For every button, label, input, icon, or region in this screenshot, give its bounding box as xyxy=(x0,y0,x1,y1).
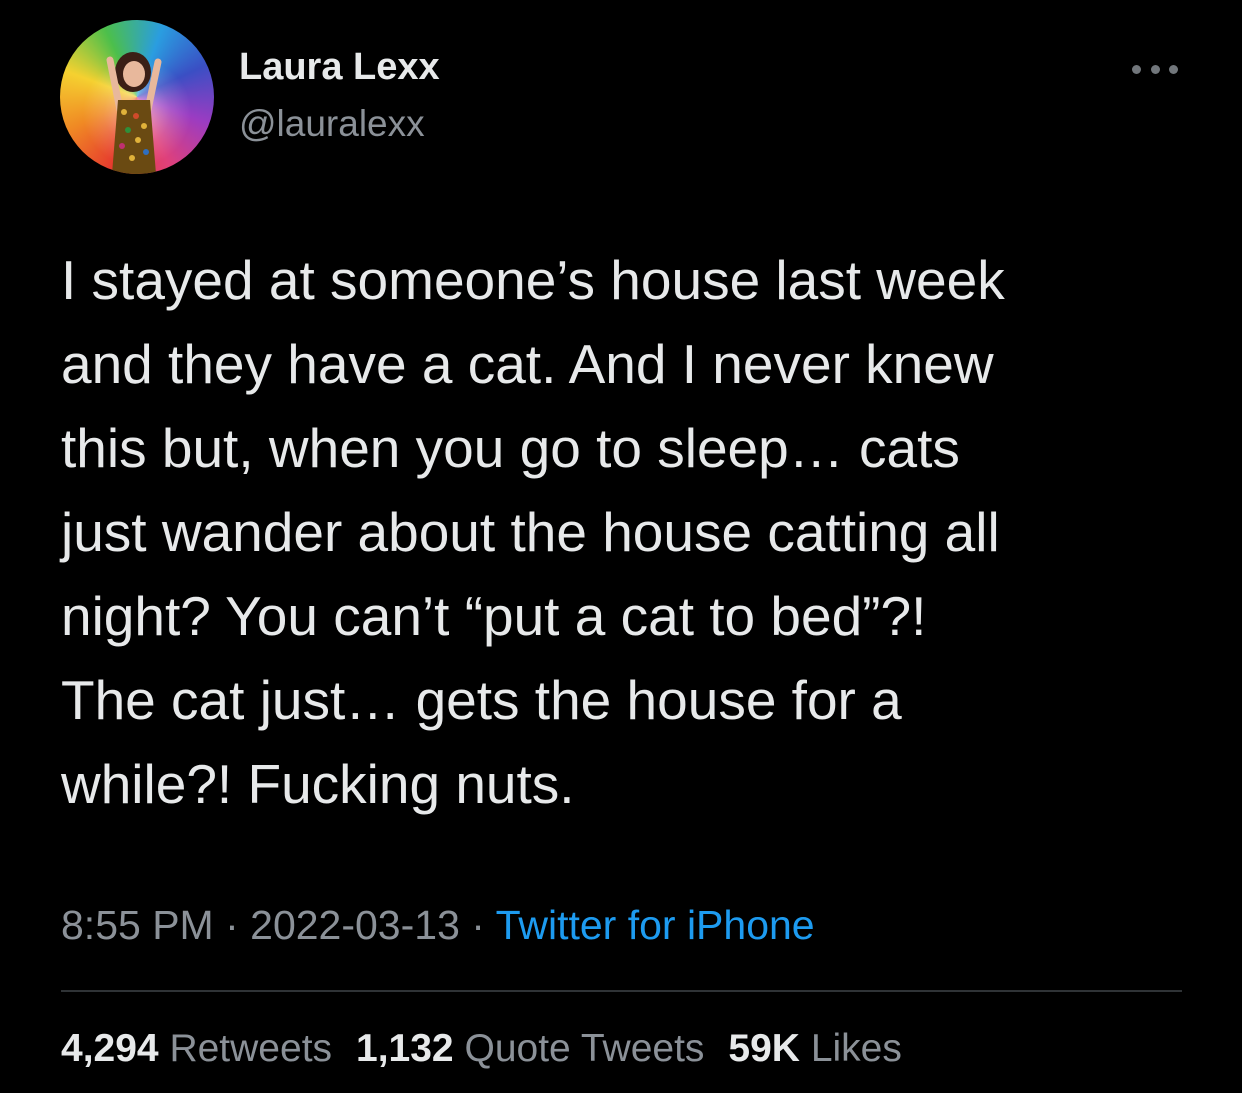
tweet-text-line: and they have a cat. And I never knew xyxy=(61,333,994,395)
avatar[interactable] xyxy=(60,20,214,174)
tweet-text-line: while?! Fucking nuts. xyxy=(61,753,575,815)
likes-stat[interactable]: 59K Likes xyxy=(728,1027,901,1071)
more-dot xyxy=(1132,64,1141,74)
quote-tweets-stat[interactable]: 1,132 Quote Tweets xyxy=(356,1027,704,1071)
tweet-text: I stayed at someone’s house last week an… xyxy=(61,238,1191,826)
divider xyxy=(61,990,1182,992)
user-handle[interactable]: @lauralexx xyxy=(239,103,425,145)
quote-tweets-count: 1,132 xyxy=(356,1027,454,1070)
tweet-time[interactable]: 8:55 PM xyxy=(61,902,214,948)
more-options-icon[interactable] xyxy=(1132,58,1178,80)
tweet-text-line: night? You can’t “put a cat to bed”?! xyxy=(61,585,927,647)
more-dot xyxy=(1150,64,1160,74)
retweets-count: 4,294 xyxy=(61,1027,159,1070)
likes-count: 59K xyxy=(728,1027,800,1070)
retweets-stat[interactable]: 4,294 Retweets xyxy=(61,1027,332,1071)
tweet-text-line: just wander about the house catting all xyxy=(61,501,1000,563)
person-figure-icon xyxy=(106,52,162,174)
more-dot xyxy=(1169,64,1178,74)
tweet-source-link[interactable]: Twitter for iPhone xyxy=(496,902,815,948)
engagement-stats: 4,294 Retweets 1,132 Quote Tweets 59K Li… xyxy=(61,1027,902,1071)
tweet-metadata: 8:55 PM · 2022-03-13 · Twitter for iPhon… xyxy=(61,902,815,949)
display-name[interactable]: Laura Lexx xyxy=(239,46,440,89)
likes-label: Likes xyxy=(810,1027,902,1070)
meta-separator: · xyxy=(459,902,496,948)
tweet-text-line: I stayed at someone’s house last week xyxy=(61,249,1005,311)
meta-separator: · xyxy=(213,902,251,948)
tweet-text-line: The cat just… gets the house for a xyxy=(61,669,902,731)
tweet-text-line: this but, when you go to sleep… cats xyxy=(61,417,960,479)
retweets-label: Retweets xyxy=(169,1027,333,1070)
quote-tweets-label: Quote Tweets xyxy=(464,1027,705,1070)
tweet-date[interactable]: 2022-03-13 xyxy=(250,902,460,948)
